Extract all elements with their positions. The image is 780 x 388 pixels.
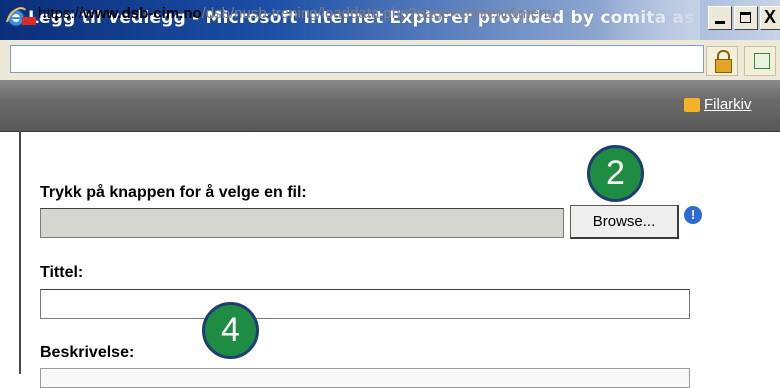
url-text[interactable]: https://www.dsb-cim.no/dsb/nusb-trening/… xyxy=(38,5,556,22)
url-scheme: https:// xyxy=(38,5,84,22)
content-divider xyxy=(19,131,21,374)
file-label: Trykk på knappen for å velge en fil: xyxy=(40,184,307,201)
description-label: Beskrivelse: xyxy=(40,344,135,361)
step-badge-4: 4 xyxy=(202,302,259,359)
maximize-icon xyxy=(740,12,751,23)
filarkiv-label: Filarkiv xyxy=(704,96,752,113)
lock-body xyxy=(715,59,732,73)
minimize-icon xyxy=(715,21,725,24)
browse-button[interactable]: Browse... xyxy=(570,205,679,239)
title-fade xyxy=(600,0,700,40)
file-path-input[interactable] xyxy=(40,208,564,238)
close-button[interactable]: X xyxy=(760,6,780,30)
maximize-button[interactable] xyxy=(734,6,758,30)
title-input[interactable] xyxy=(40,289,690,319)
security-lock-button[interactable] xyxy=(706,46,738,76)
page-icon xyxy=(22,17,36,25)
title-label: Tittel: xyxy=(40,264,84,281)
url-host: www.dsb-cim.no xyxy=(83,5,202,22)
description-input[interactable] xyxy=(40,368,690,388)
url-path: /dsb/nusb-trening/loaddata.php?page=cont… xyxy=(201,5,556,22)
folder-icon xyxy=(684,98,700,112)
picture-icon xyxy=(754,53,770,69)
app-toolbar xyxy=(0,80,780,132)
minimize-button[interactable] xyxy=(708,6,732,30)
info-icon[interactable]: ! xyxy=(684,206,702,224)
close-icon: X xyxy=(764,7,777,27)
address-bar xyxy=(0,40,780,81)
step-badge-2: 2 xyxy=(587,145,644,202)
url-field[interactable] xyxy=(10,45,704,73)
page-action-button[interactable] xyxy=(744,46,776,76)
